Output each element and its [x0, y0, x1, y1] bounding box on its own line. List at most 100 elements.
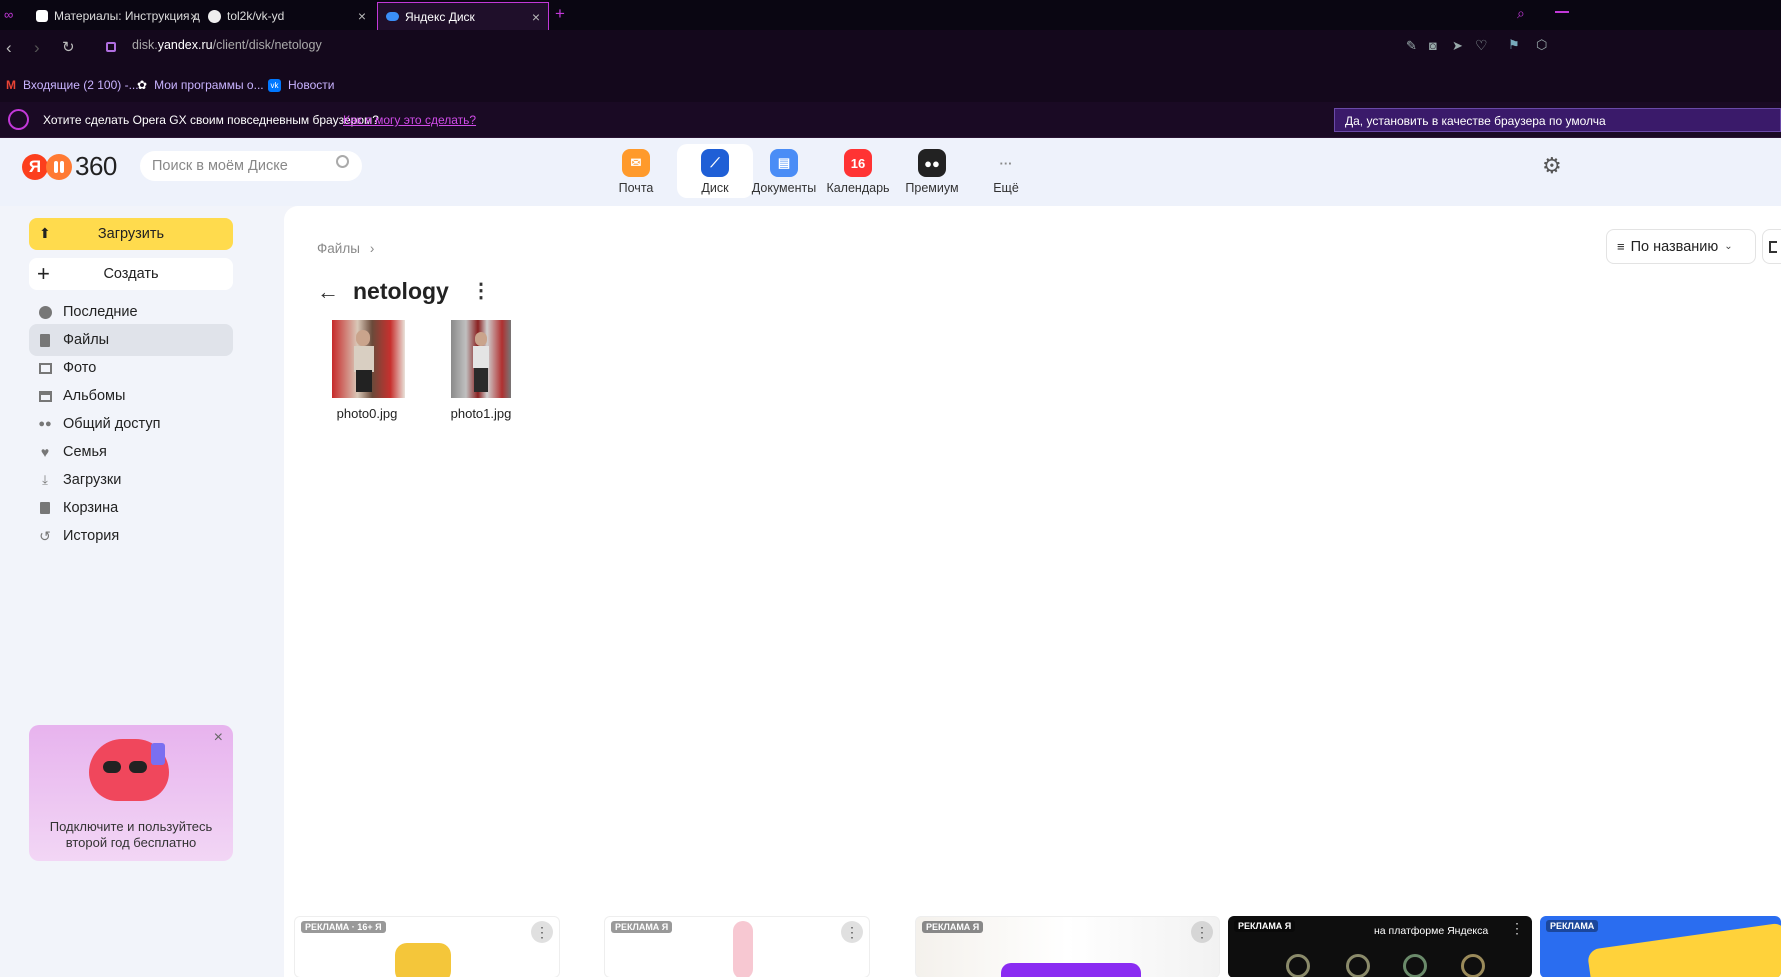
- nav-label: Фото: [63, 360, 97, 376]
- nav-label: Семья: [63, 444, 107, 460]
- tab-close-icon[interactable]: ×: [190, 8, 198, 24]
- cube-icon[interactable]: ⬡: [1536, 37, 1547, 53]
- camera-lens-image: [1286, 954, 1310, 977]
- bookmark-programs[interactable]: ✿ Мои программы о...: [137, 78, 264, 92]
- promo-close-icon[interactable]: ×: [214, 729, 223, 747]
- history-icon: ↺: [39, 527, 51, 544]
- service-mail[interactable]: ✉ Почта: [598, 144, 674, 198]
- service-label: Диск: [701, 181, 729, 195]
- upload-icon: ⬆: [39, 225, 51, 241]
- trash-icon: [37, 500, 53, 516]
- create-button[interactable]: + Создать: [29, 258, 233, 290]
- ad-menu-icon[interactable]: ⋮: [1191, 921, 1213, 943]
- more-dots-icon: ···: [999, 155, 1013, 171]
- ad-sale-badge-image: [1586, 922, 1781, 977]
- ad-cta-image: [1001, 963, 1141, 977]
- 360-logo-icon: [46, 153, 72, 180]
- opera-logo-icon: [8, 109, 29, 130]
- nav-label: Файлы: [63, 332, 110, 348]
- premium-icon: ●●: [918, 149, 946, 177]
- ad-menu-icon[interactable]: ⋮: [1510, 920, 1524, 937]
- search-icon[interactable]: [336, 155, 349, 168]
- python-logo-image: [395, 943, 451, 977]
- url-field[interactable]: disk.yandex.ru/client/disk/netology: [132, 38, 322, 52]
- service-label: Календарь: [826, 181, 890, 195]
- chevron-down-icon: ⌄: [1724, 241, 1733, 252]
- opera-how-link[interactable]: Как я могу это сделать?: [343, 113, 476, 127]
- promo-card[interactable]: × Подключите и пользуйтесь второй год бе…: [29, 725, 233, 861]
- nav-history[interactable]: ↺ История: [29, 520, 233, 552]
- upload-label: Загрузить: [97, 226, 165, 242]
- camera-lens-image: [1403, 954, 1427, 977]
- tab-github[interactable]: tol2k/vk-yd ×: [200, 2, 374, 30]
- view-toggle-button[interactable]: [1762, 229, 1781, 264]
- url-path: /client/disk/netology: [212, 38, 322, 52]
- bookmark-label: Новости: [288, 78, 335, 92]
- back-icon[interactable]: ‹: [6, 38, 12, 58]
- search-tabs-icon[interactable]: ⌕: [1517, 5, 1525, 22]
- service-premium[interactable]: ●● Премиум: [894, 144, 970, 198]
- ad-banner-4[interactable]: РЕКЛАМА Я на платформе Яндекса ⋮: [1228, 916, 1532, 977]
- breadcrumb-files-link[interactable]: Файлы: [317, 241, 360, 256]
- promo-mascot-image: [89, 739, 169, 801]
- tab-close-icon[interactable]: ×: [532, 9, 540, 25]
- sort-dropdown[interactable]: ≡ По названию ⌄: [1606, 229, 1756, 264]
- tab-materials[interactable]: Материалы: Инструкция д ×: [28, 2, 206, 30]
- forward-icon[interactable]: ›: [34, 38, 40, 58]
- promo-text: Подключите и пользуйтесь второй год бесп…: [49, 819, 213, 850]
- bunny-ears-image: [733, 921, 753, 977]
- ad-menu-icon[interactable]: ⋮: [531, 921, 553, 943]
- back-arrow-icon[interactable]: ←: [317, 279, 339, 305]
- nav-label: Загрузки: [63, 472, 122, 488]
- ad-banner-1[interactable]: РЕКЛАМА · 16+ Я ⋮: [294, 916, 560, 977]
- reload-icon[interactable]: ↻: [62, 38, 75, 56]
- search-input[interactable]: Поиск в моём Диске: [140, 151, 362, 181]
- lock-icon: [106, 42, 116, 52]
- bookmark-gmail[interactable]: M Входящие (2 100) -...: [6, 78, 139, 92]
- folder-menu-icon[interactable]: ⋮: [471, 278, 491, 303]
- service-disk[interactable]: ⟋ Диск: [677, 144, 753, 198]
- ya-logo-icon: Я: [22, 153, 48, 180]
- ad-label: РЕКЛАМА Я: [611, 921, 673, 933]
- sidebar: ⬆ Загрузить + Создать Последние Файлы Фо…: [12, 206, 284, 977]
- yandex-disk-page: Я 360 Поиск в моём Диске ✉ Почта ⟋ Диск …: [0, 138, 1781, 977]
- flag-icon[interactable]: ⚑: [1508, 37, 1520, 53]
- camera-lens-image: [1346, 954, 1370, 977]
- new-tab-button[interactable]: +: [555, 4, 565, 24]
- ad-banner-2[interactable]: РЕКЛАМА Я ⋮: [604, 916, 870, 977]
- ad-label: РЕКЛАМА Я: [1234, 920, 1296, 932]
- tab-close-icon[interactable]: ×: [358, 8, 366, 24]
- ad-text: на платформе Яндекса: [1374, 925, 1489, 937]
- edit-icon[interactable]: ✎: [1406, 38, 1417, 54]
- minimize-icon[interactable]: [1555, 11, 1569, 13]
- tab-yandex-disk[interactable]: Яндекс Диск ×: [377, 2, 549, 30]
- yandex-360-logo[interactable]: Я 360: [22, 151, 117, 182]
- opera-set-default-button[interactable]: Да, установить в качестве браузера по ум…: [1334, 108, 1781, 132]
- opera-menu-icon[interactable]: ∞: [4, 7, 13, 22]
- mail-icon: ✉: [622, 149, 650, 177]
- file-thumbnail: [451, 320, 511, 398]
- tab-title: Яндекс Диск: [405, 9, 475, 24]
- upload-button[interactable]: ⬆ Загрузить: [29, 218, 233, 250]
- heart-icon[interactable]: ♡: [1475, 37, 1488, 54]
- service-documents[interactable]: ▤ Документы: [746, 144, 822, 198]
- file-thumbnail: [332, 320, 405, 398]
- ad-banner-5[interactable]: РЕКЛАМА: [1540, 916, 1781, 977]
- settings-gear-icon[interactable]: ⚙: [1542, 153, 1562, 179]
- ad-label: РЕКЛАМА · 16+ Я: [301, 921, 386, 933]
- service-more[interactable]: ··· Ещё: [968, 144, 1044, 198]
- disk-icon: ⟋: [701, 149, 729, 177]
- file-name: photo0.jpg: [336, 406, 398, 421]
- service-calendar[interactable]: 16 Календарь: [820, 144, 896, 198]
- ad-banner-3[interactable]: РЕКЛАМА Я ⋮: [915, 916, 1220, 977]
- camera-icon[interactable]: ◙: [1429, 38, 1437, 53]
- folder-title: netology: [353, 278, 449, 304]
- file-name: photo1.jpg: [450, 406, 512, 421]
- people-icon: ●●: [38, 418, 52, 430]
- opera-prompt-text: Хотите сделать Opera GX своим повседневн…: [43, 113, 379, 127]
- github-icon: [208, 9, 221, 23]
- ad-menu-icon[interactable]: ⋮: [841, 921, 863, 943]
- download-icon: ⤓: [42, 472, 48, 487]
- bookmark-news[interactable]: vk Новости: [268, 78, 334, 92]
- send-icon[interactable]: ➤: [1452, 38, 1463, 54]
